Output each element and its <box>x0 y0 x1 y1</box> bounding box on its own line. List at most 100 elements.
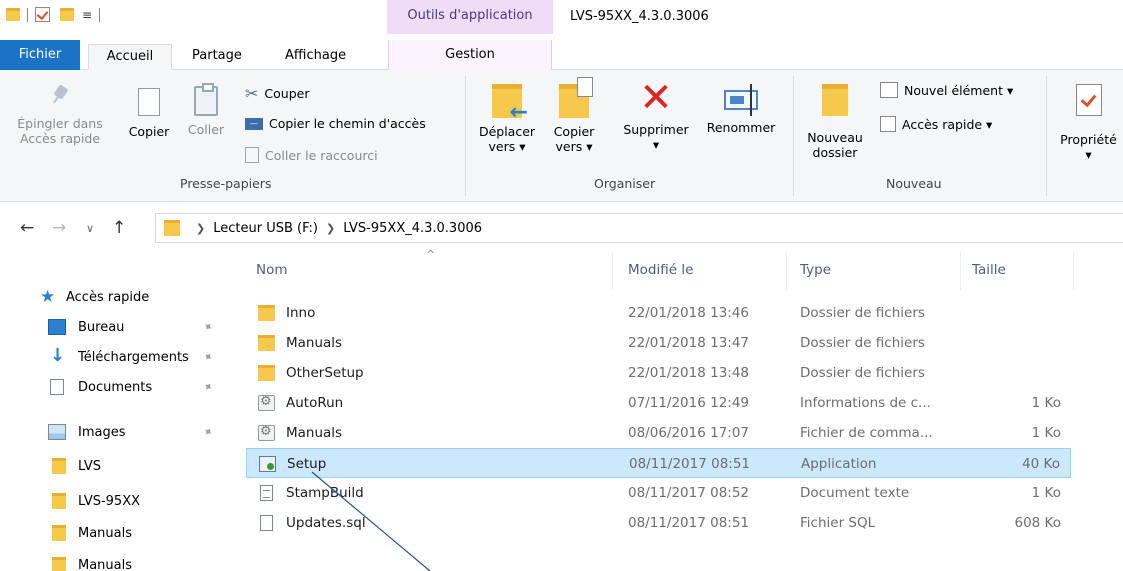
tab-share[interactable]: Partage <box>182 44 252 70</box>
cut-button[interactable]: ✂ Couper <box>245 84 309 103</box>
address-bar[interactable]: ❯ Lecteur USB (F:) ❯ LVS-95XX_4.3.0.3006 <box>155 213 1123 243</box>
easy-access-button[interactable]: Accès rapide ▾ <box>880 116 992 132</box>
tab-file[interactable]: Fichier <box>0 40 80 70</box>
properties-check-icon[interactable] <box>35 7 50 22</box>
new-folder-label-2: dossier <box>812 145 858 160</box>
folder-icon[interactable] <box>6 8 20 21</box>
file-row[interactable]: OtherSetup 22/01/2018 13:48 Dossier de f… <box>246 358 1071 388</box>
delete-dropdown-icon[interactable]: ▾ <box>614 137 698 152</box>
nav-label: Accès rapide <box>66 289 150 305</box>
file-row[interactable]: Updates.sql 08/11/2017 08:51 Fichier SQL… <box>246 508 1071 538</box>
file-name: AutoRun <box>286 395 344 411</box>
up-arrow-icon[interactable]: ↑ <box>112 218 126 238</box>
documents-icon <box>50 379 64 395</box>
file-row[interactable]: Manuals 22/01/2018 13:47 Dossier de fich… <box>246 328 1071 358</box>
nav-item-folder[interactable]: Manuals <box>0 550 232 571</box>
delete-button[interactable]: ✕ Supprimer ▾ <box>614 78 698 152</box>
tab-manage[interactable]: Gestion <box>388 40 552 70</box>
file-name: Updates.sql <box>286 515 366 531</box>
nav-item-quick-access[interactable]: ★ Accès rapide <box>0 282 232 312</box>
forward-arrow-icon[interactable]: → <box>52 218 66 238</box>
nav-item-images[interactable]: Images ✦ <box>0 417 232 447</box>
tab-view[interactable]: Affichage <box>275 44 356 70</box>
back-arrow-icon[interactable]: ← <box>20 218 34 238</box>
nav-label: Manuals <box>78 557 133 571</box>
easy-access-icon <box>880 116 896 132</box>
file-row[interactable]: Inno 22/01/2018 13:46 Dossier de fichier… <box>246 298 1071 328</box>
file-date: 22/01/2018 13:46 <box>628 305 750 321</box>
rename-button[interactable]: Renommer <box>698 80 784 135</box>
properties-dropdown-icon[interactable]: ▾ <box>1054 147 1123 162</box>
pin-icon[interactable]: ✦ <box>200 378 216 395</box>
file-row[interactable]: AutoRun 07/11/2016 12:49 Informations de… <box>246 388 1071 418</box>
application-icon <box>259 456 276 472</box>
customize-toolbar-icon[interactable]: ≡ <box>82 8 92 22</box>
images-icon <box>48 424 66 440</box>
file-date: 08/11/2017 08:51 <box>628 515 750 531</box>
file-size: 1 Ko <box>1031 395 1061 411</box>
tab-home[interactable]: Accueil <box>88 44 172 70</box>
recent-locations-chevron-icon[interactable]: ∨ <box>86 222 94 235</box>
column-divider[interactable] <box>1073 252 1074 290</box>
nav-item-downloads[interactable]: ↓ Téléchargements ✦ <box>0 342 232 372</box>
new-group-label: Nouveau <box>886 176 942 191</box>
new-item-button[interactable]: Nouvel élément ▾ <box>880 82 1013 98</box>
file-type: Dossier de fichiers <box>800 365 925 381</box>
copy-button[interactable]: Copier <box>122 83 176 139</box>
column-header-name[interactable]: Nom <box>256 262 288 278</box>
easy-access-label: Accès rapide ▾ <box>902 116 993 132</box>
nav-item-desktop[interactable]: Bureau ✦ <box>0 312 232 342</box>
column-divider[interactable] <box>960 252 961 290</box>
navigation-pane: ★ Accès rapide Bureau ✦ ↓ Téléchargement… <box>0 250 232 571</box>
copy-path-button[interactable]: — Copier le chemin d'accès <box>245 116 426 131</box>
nav-item-folder[interactable]: LVS-95XX <box>0 486 232 516</box>
sort-ascending-icon: ^ <box>426 248 436 261</box>
command-file-icon <box>258 424 275 441</box>
paste-button[interactable]: Coller <box>180 83 232 137</box>
nav-label: Manuals <box>78 525 133 541</box>
file-row-selected[interactable]: Setup 08/11/2017 08:51 Application 40 Ko <box>246 448 1071 478</box>
pin-icon[interactable]: ✦ <box>200 318 216 335</box>
column-divider[interactable] <box>786 252 787 290</box>
file-type: Informations de c... <box>800 395 931 411</box>
breadcrumb-current-folder[interactable]: LVS-95XX_4.3.0.3006 <box>343 221 482 236</box>
file-row[interactable]: StampBuild 08/11/2017 08:52 Document tex… <box>246 478 1071 508</box>
column-divider[interactable] <box>612 252 613 290</box>
chevron-right-icon[interactable]: ❯ <box>326 222 335 235</box>
chevron-right-icon[interactable]: ❯ <box>196 222 205 235</box>
column-header-size[interactable]: Taille <box>972 262 1006 278</box>
file-name: StampBuild <box>286 485 364 501</box>
copy-to-button[interactable]: Copier vers ▾ <box>544 77 604 154</box>
column-header-type[interactable]: Type <box>800 262 831 278</box>
rename-label: Renommer <box>706 120 776 135</box>
delete-label: Supprimer <box>623 122 689 137</box>
nav-item-folder[interactable]: LVS <box>0 451 232 481</box>
file-name: Manuals <box>286 425 343 441</box>
move-to-label-1: Déplacer <box>478 124 536 139</box>
file-size: 1 Ko <box>1031 425 1061 441</box>
properties-button[interactable]: Propriété ▾ <box>1054 84 1123 162</box>
pin-label-line1: Épingler dans <box>17 116 103 131</box>
copy-to-label-1: Copier <box>553 124 595 139</box>
nav-label: LVS-95XX <box>78 493 141 509</box>
copy-to-label-2: vers ▾ <box>555 139 593 154</box>
address-row: ← → ∨ ↑ ❯ Lecteur USB (F:) ❯ LVS-95XX_4.… <box>0 212 1123 246</box>
move-to-button[interactable]: Déplacer vers ▾ <box>474 84 540 154</box>
ribbon-divider <box>1046 76 1047 196</box>
paste-shortcut-button[interactable]: Coller le raccourci <box>245 147 378 163</box>
pin-icon[interactable]: ✦ <box>200 423 216 440</box>
pin-icon[interactable]: ✦ <box>200 348 216 365</box>
file-row[interactable]: Manuals 08/06/2016 17:07 Fichier de comm… <box>246 418 1071 448</box>
pin-quick-access-button[interactable]: Épingler dans Accès rapide <box>6 84 114 146</box>
new-folder-button[interactable]: Nouveau dossier <box>800 84 870 160</box>
ribbon-tabs: Fichier Accueil Partage Affichage Gestio… <box>0 40 1123 70</box>
new-folder-icon[interactable] <box>60 8 74 21</box>
nav-item-documents[interactable]: Documents ✦ <box>0 372 232 402</box>
nav-label: Bureau <box>78 319 125 335</box>
breadcrumb-usb-drive[interactable]: Lecteur USB (F:) <box>213 221 318 236</box>
nav-item-folder[interactable]: Manuals <box>0 518 232 548</box>
column-header-modified[interactable]: Modifié le <box>628 262 693 278</box>
folder-icon <box>258 365 275 381</box>
file-size: 608 Ko <box>1014 515 1062 531</box>
ribbon-divider <box>465 76 466 196</box>
